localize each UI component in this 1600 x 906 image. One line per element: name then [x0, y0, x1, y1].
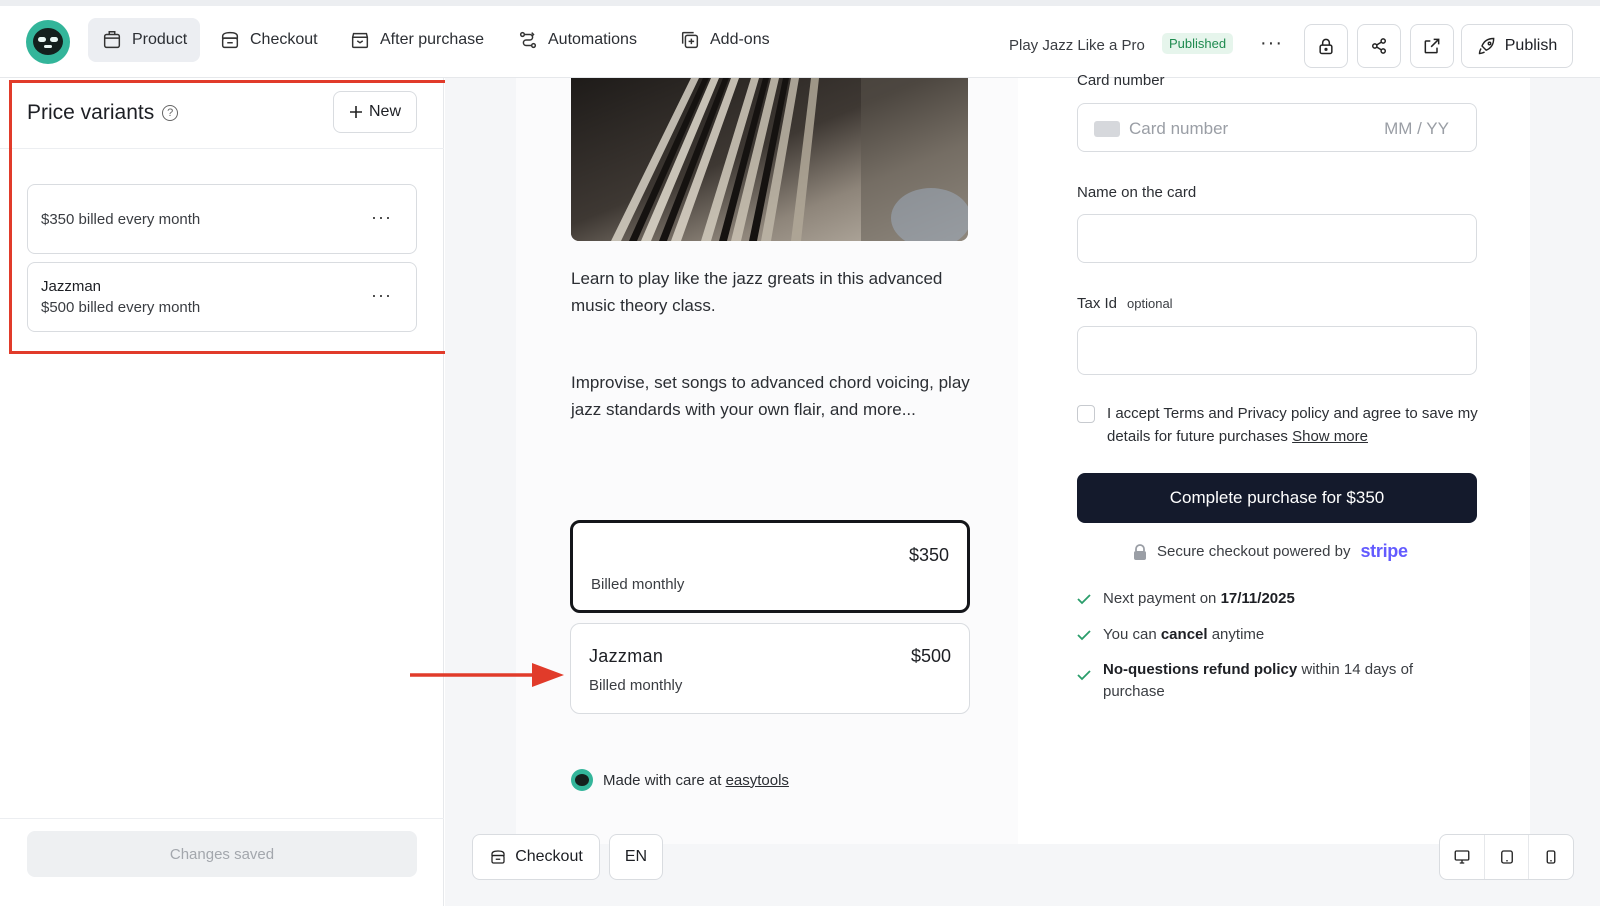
credit-card-icon: [1094, 121, 1120, 137]
tax-id-label: Tax Id optional: [1077, 295, 1173, 312]
terms-checkbox[interactable]: [1077, 405, 1095, 423]
tab-product[interactable]: Product: [88, 18, 201, 62]
stripe-logo: stripe: [1360, 541, 1408, 561]
box-icon: [103, 31, 121, 49]
billing-period: Billed monthly: [591, 576, 685, 593]
product-description: Learn to play like the jazz greats in th…: [571, 269, 943, 315]
name-on-card-input[interactable]: [1077, 214, 1477, 263]
secure-text: Secure checkout powered by: [1157, 543, 1351, 560]
check-icon: [1077, 670, 1091, 681]
check-icon: [1077, 594, 1091, 605]
tab-after-purchase[interactable]: After purchase: [336, 18, 497, 62]
price-option-name: Jazzman: [589, 646, 664, 666]
show-more-link[interactable]: Show more: [1292, 428, 1368, 445]
mobile-icon: [1546, 850, 1556, 864]
tab-label: After purchase: [380, 31, 485, 48]
made-with-text: Made with care at easytools: [603, 771, 789, 789]
tab-label: Checkout: [250, 31, 318, 48]
optional-badge: optional: [1127, 296, 1173, 311]
addon-icon: [681, 31, 699, 49]
tab-label: Automations: [548, 31, 637, 48]
secure-checkout: Secure checkout powered by stripe: [1133, 541, 1408, 562]
checkout-view-button[interactable]: Checkout: [472, 834, 600, 880]
check-icon: [1077, 630, 1091, 641]
package-icon: [351, 32, 369, 49]
changes-saved-button: Changes saved: [27, 831, 417, 877]
card-number-input[interactable]: Card number MM / YY: [1077, 103, 1477, 152]
publish-button[interactable]: Publish: [1461, 24, 1573, 68]
tab-add-ons[interactable]: Add-ons: [666, 18, 783, 62]
price-option-selected[interactable]: $350 Billed monthly: [570, 520, 970, 613]
terms-text: I accept Terms and Privacy policy and ag…: [1107, 405, 1478, 445]
tablet-icon: [1500, 850, 1513, 864]
price-option[interactable]: Jazzman $500 Billed monthly: [570, 623, 970, 714]
annotation-highlight-box: [9, 80, 451, 354]
logo-eye-left: [38, 37, 46, 42]
tab-label: Product: [132, 31, 188, 48]
product-image: [571, 78, 968, 241]
price-value: $350: [908, 545, 949, 565]
top-bar: Product Checkout After purchase Automati…: [0, 0, 1600, 78]
tax-id-input[interactable]: [1077, 326, 1477, 375]
open-external-button[interactable]: [1410, 24, 1454, 68]
billing-period: Billed monthly: [589, 677, 683, 694]
product-title: Play Jazz Like a Pro: [1009, 37, 1145, 54]
language-label: EN: [624, 848, 648, 865]
checkout-view-label: Checkout: [515, 848, 583, 865]
price-value: $500: [910, 646, 951, 666]
left-panel: Price variants ? New $350 billed every m…: [0, 78, 451, 906]
tab-checkout[interactable]: Checkout: [206, 18, 331, 62]
share-icon: [1372, 38, 1386, 54]
status-badge: Published: [1162, 33, 1234, 54]
tablet-view-button[interactable]: [1485, 835, 1530, 879]
tab-label: Add-ons: [710, 31, 770, 48]
app-logo[interactable]: [26, 20, 70, 64]
lock-icon: [1319, 38, 1333, 55]
lock-button[interactable]: [1304, 24, 1348, 68]
checkout-icon: [221, 31, 239, 49]
easytools-logo: [571, 769, 593, 791]
easytools-link[interactable]: easytools: [726, 772, 789, 789]
checkout-icon: [491, 850, 505, 864]
automation-icon: [519, 31, 537, 49]
logo-mouth: [44, 45, 52, 48]
logo-face: [33, 28, 63, 55]
expiry-placeholder[interactable]: MM / YY: [1384, 119, 1449, 139]
publish-label: Publish: [1504, 37, 1558, 54]
card-number-label: Card number: [1077, 72, 1165, 89]
rocket-icon: [1478, 37, 1495, 55]
piano-image: [571, 78, 968, 241]
complete-purchase-button[interactable]: Complete purchase for $350: [1077, 473, 1477, 523]
external-link-icon: [1424, 38, 1440, 54]
divider: [0, 818, 444, 819]
share-button[interactable]: [1357, 24, 1401, 68]
desktop-icon: [1454, 850, 1470, 864]
mobile-view-button[interactable]: [1529, 835, 1573, 879]
annotation-arrow: [410, 663, 564, 687]
made-with-care: Made with care at easytools: [571, 769, 789, 791]
lock-icon: [1134, 543, 1146, 560]
card-number-placeholder: Card number: [1129, 119, 1229, 138]
desktop-view-button[interactable]: [1440, 835, 1485, 879]
language-button[interactable]: EN: [609, 834, 663, 880]
more-menu-button[interactable]: ···: [1260, 32, 1283, 55]
logo-eye-right: [50, 37, 58, 42]
tab-automations[interactable]: Automations: [504, 18, 650, 62]
product-description-more: Improvise, set songs to advanced chord v…: [571, 373, 970, 419]
name-on-card-label: Name on the card: [1077, 184, 1197, 201]
device-switcher: [1439, 834, 1574, 880]
